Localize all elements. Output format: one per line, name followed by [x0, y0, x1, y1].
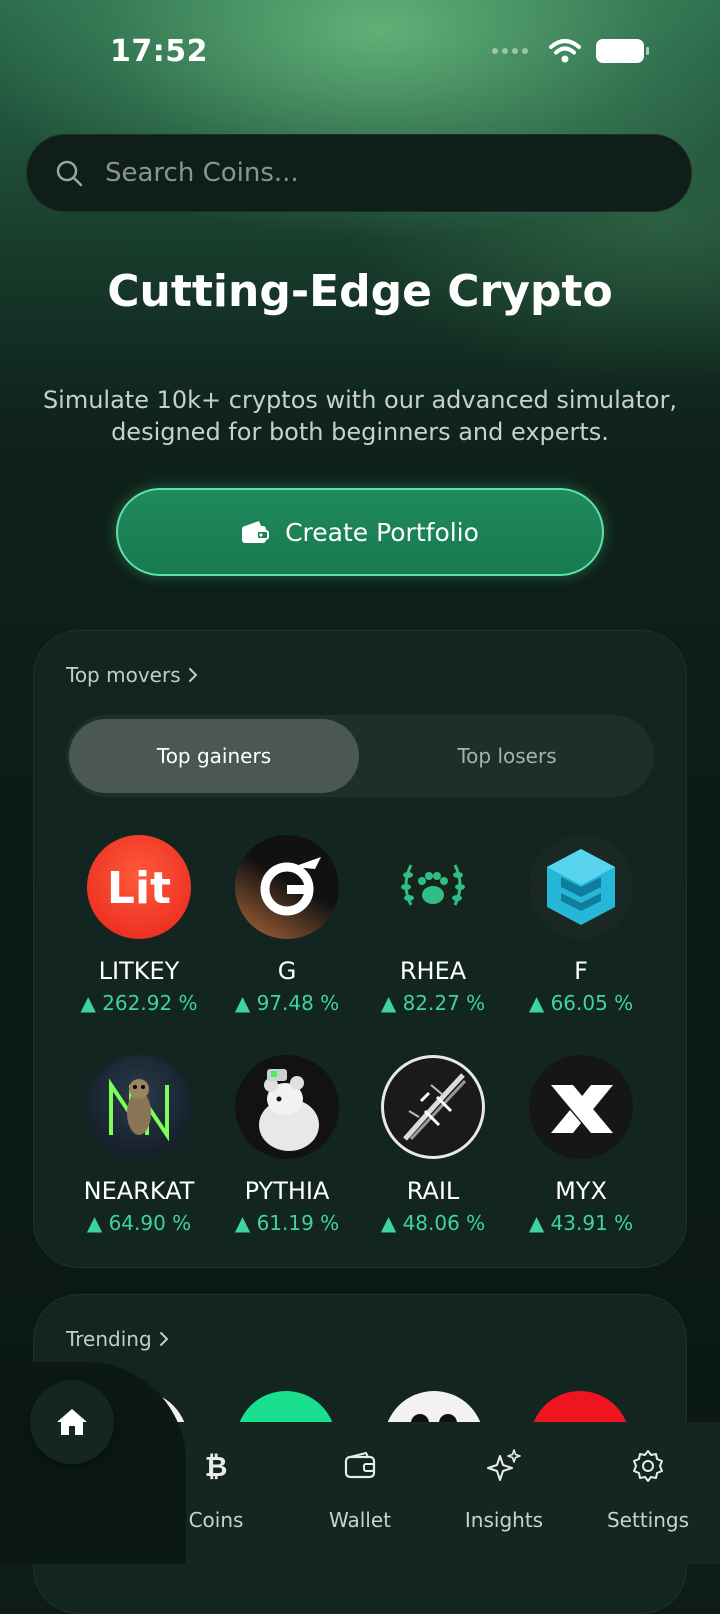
svg-text:Lit: Lit: [107, 863, 171, 914]
coin-change: ▲ 97.48 %: [234, 991, 340, 1015]
coin-change: ▲ 66.05 %: [528, 991, 634, 1015]
coin-change: ▲ 82.27 %: [380, 991, 486, 1015]
litkey-logo: Lit: [87, 835, 191, 939]
wallet-icon: [344, 1452, 376, 1479]
wifi-icon: [549, 39, 581, 63]
coin-symbol: NEARKAT: [83, 1177, 195, 1205]
coin-item[interactable]: RAIL ▲ 48.06 %: [360, 1055, 506, 1235]
coin-symbol: MYX: [555, 1177, 607, 1205]
g-logo: [235, 835, 339, 939]
bitcoin-icon: ₿: [205, 1450, 228, 1483]
status-icons: [492, 38, 649, 64]
coin-item[interactable]: MYX ▲ 43.91 %: [508, 1055, 654, 1235]
wallet-icon: [242, 521, 270, 543]
coin-change: ▲ 43.91 %: [528, 1211, 634, 1235]
coin-symbol: PYTHIA: [244, 1177, 330, 1205]
tab-top-losers[interactable]: Top losers: [362, 719, 652, 793]
signal-icon: [492, 48, 528, 54]
home-icon: [57, 1409, 87, 1435]
gear-icon: [633, 1450, 663, 1482]
coin-item[interactable]: PYTHIA ▲ 61.19 %: [214, 1055, 360, 1235]
search-icon: [56, 160, 83, 187]
coin-item[interactable]: Lit LITKEY ▲ 262.92 %: [66, 835, 212, 1015]
f-cube-logo: [529, 835, 633, 939]
create-portfolio-label: Create Portfolio: [285, 517, 479, 547]
coin-change: ▲ 61.19 %: [234, 1211, 340, 1235]
coin-change: ▲ 48.06 %: [380, 1211, 486, 1235]
myx-x-logo: [529, 1055, 633, 1159]
tab-top-gainers[interactable]: Top gainers: [69, 719, 359, 793]
rhea-laurel-paw-logo: [381, 835, 485, 939]
sparkles-icon: [487, 1449, 521, 1481]
tab-insights-label: Insights: [464, 1508, 544, 1532]
tab-settings-label: Settings: [606, 1508, 690, 1532]
pythia-rat-logo: [235, 1055, 339, 1159]
top-movers-card: Top movers Top gainers Top losers Lit LI…: [33, 630, 687, 1268]
movers-segmented-control: Top gainers Top losers: [66, 715, 654, 797]
tab-settings[interactable]: Settings: [576, 1422, 720, 1532]
search-input[interactable]: [103, 157, 647, 189]
create-portfolio-button[interactable]: Create Portfolio: [116, 488, 604, 576]
coin-symbol: LITKEY: [98, 957, 180, 985]
top-movers-title: Top movers: [66, 663, 181, 687]
coin-item[interactable]: G ▲ 97.48 %: [214, 835, 360, 1015]
svg-text:₿: ₿: [205, 1450, 228, 1483]
battery-icon: [596, 39, 649, 63]
coin-symbol: G: [277, 957, 297, 985]
search-bar[interactable]: [26, 134, 692, 212]
coin-change: ▲ 64.90 %: [86, 1211, 192, 1235]
top-movers-header[interactable]: Top movers: [66, 663, 199, 687]
hero-subtitle: Simulate 10k+ cryptos with our advanced …: [42, 386, 678, 446]
rail-barbed-wire-logo: [381, 1055, 485, 1159]
coin-item[interactable]: RHEA ▲ 82.27 %: [360, 835, 506, 1015]
hero-title: Cutting-Edge Crypto: [107, 266, 613, 317]
nearkat-meerkat-logo: [87, 1055, 191, 1159]
coin-symbol: RAIL: [406, 1177, 460, 1205]
coin-symbol: RHEA: [399, 957, 467, 985]
status-time: 17:52: [110, 34, 208, 69]
coin-item[interactable]: NEARKAT ▲ 64.90 %: [66, 1055, 212, 1235]
tab-wallet[interactable]: Wallet: [288, 1422, 432, 1532]
coin-item[interactable]: F ▲ 66.05 %: [508, 835, 654, 1015]
chevron-right-icon: [159, 1332, 169, 1346]
trending-title: Trending: [66, 1327, 152, 1351]
tab-wallet-label: Wallet: [328, 1508, 391, 1532]
coin-change: ▲ 262.92 %: [80, 991, 198, 1015]
coin-symbol: F: [574, 957, 588, 985]
trending-header[interactable]: Trending: [66, 1327, 170, 1351]
tab-insights[interactable]: Insights: [432, 1422, 576, 1532]
chevron-right-icon: [188, 668, 198, 682]
home-button[interactable]: [30, 1380, 114, 1464]
